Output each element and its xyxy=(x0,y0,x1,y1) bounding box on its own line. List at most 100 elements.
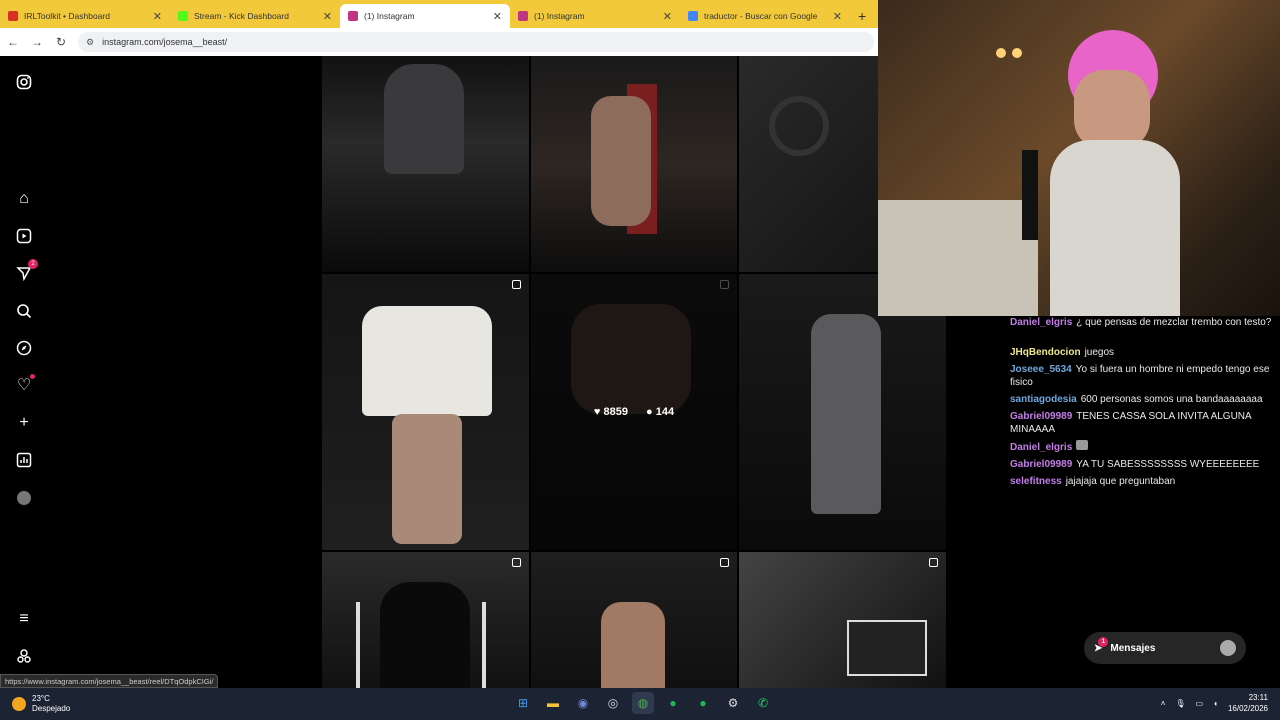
browser-tab-bar: IRLToolkit • Dashboard ✕ Stream - Kick D… xyxy=(0,0,878,28)
streamer-face xyxy=(1074,70,1150,150)
weather-text: Despejado xyxy=(32,704,71,713)
browser-tab[interactable]: (1) Instagram ✕ xyxy=(510,4,680,28)
discord-icon[interactable]: ◉ xyxy=(572,692,594,714)
browser-tab-active[interactable]: (1) Instagram ✕ xyxy=(340,4,510,28)
chat-username: Gabriel09989 xyxy=(1010,411,1073,422)
tab-favicon-icon xyxy=(8,11,18,21)
post-image xyxy=(811,314,881,514)
chat-message: Daniel_elgris xyxy=(1010,440,1280,454)
clock[interactable]: 23:11 16/02/2026 xyxy=(1228,692,1268,714)
profile-avatar[interactable] xyxy=(14,488,34,508)
browser-tab[interactable]: IRLToolkit • Dashboard ✕ xyxy=(0,4,170,28)
post-image xyxy=(847,620,927,676)
new-tab-button[interactable]: + xyxy=(850,8,874,28)
post-tile[interactable] xyxy=(531,56,737,272)
weather-icon xyxy=(12,697,26,711)
post-tile[interactable] xyxy=(322,274,529,550)
close-icon[interactable]: ✕ xyxy=(833,10,842,23)
post-tile[interactable] xyxy=(322,552,529,688)
link-status-bar: https://www.instagram.com/josema__beast/… xyxy=(0,674,219,688)
close-icon[interactable]: ✕ xyxy=(663,10,672,23)
tab-title: (1) Instagram xyxy=(534,11,585,21)
url-field[interactable]: ⚙ instagram.com/josema__beast/ xyxy=(78,32,874,52)
multi-post-icon xyxy=(512,280,521,289)
chevron-up-icon[interactable]: ˄ xyxy=(1161,699,1166,708)
microphone xyxy=(1022,150,1038,240)
heart-icon[interactable]: ♡ xyxy=(14,374,35,395)
reload-icon[interactable]: ↻ xyxy=(54,35,68,49)
chat-message: Gabriel09989 TENES CASSA SOLA INVITA ALGU… xyxy=(1010,410,1280,436)
create-icon[interactable]: + xyxy=(14,413,34,433)
comments-count: 144 xyxy=(655,406,675,418)
streamer-shirt xyxy=(1050,140,1180,316)
messages-button[interactable]: ➤ 1 Mensajes xyxy=(1084,632,1246,664)
explore-icon[interactable] xyxy=(14,338,34,358)
close-icon[interactable]: ✕ xyxy=(153,10,162,23)
instagram-icon[interactable] xyxy=(14,72,34,92)
post-tile[interactable] xyxy=(739,552,946,688)
search-icon[interactable] xyxy=(14,301,34,321)
spotify-icon[interactable]: ● xyxy=(692,692,714,714)
temperature: 23°C xyxy=(32,694,50,703)
avatar xyxy=(1220,640,1236,656)
post-image xyxy=(384,64,464,174)
post-tile[interactable] xyxy=(531,552,737,688)
address-bar: ← → ↻ ⚙ instagram.com/josema__beast/ xyxy=(0,28,878,56)
messenger-icon[interactable]: 2 xyxy=(14,259,38,283)
close-icon[interactable]: ✕ xyxy=(493,10,502,23)
spotify-icon[interactable]: ● xyxy=(662,692,684,714)
back-icon[interactable]: ← xyxy=(6,35,20,49)
post-hover-overlay: ♥ 8859 ● 144 xyxy=(531,274,737,550)
whatsapp-icon[interactable]: ✆ xyxy=(752,692,774,714)
multi-post-icon xyxy=(720,558,729,567)
file-explorer-icon[interactable]: ▬ xyxy=(542,692,564,714)
menu-icon[interactable]: ≡ xyxy=(14,609,34,629)
chat-username: JHqBendocion xyxy=(1010,347,1081,358)
url-text: instagram.com/josema__beast/ xyxy=(102,37,228,47)
steam-icon[interactable]: ◎ xyxy=(602,692,624,714)
browser-tab[interactable]: Stream - Kick Dashboard ✕ xyxy=(170,4,340,28)
close-icon[interactable]: ✕ xyxy=(323,10,332,23)
tab-title: (1) Instagram xyxy=(364,11,415,21)
start-icon[interactable]: ⊞ xyxy=(512,692,534,714)
threads-icon[interactable] xyxy=(14,646,34,666)
post-image xyxy=(362,306,492,416)
messages-badge: 1 xyxy=(1098,636,1109,647)
chat-username: selefitness xyxy=(1010,476,1062,487)
post-image xyxy=(482,602,486,688)
browser-tab[interactable]: traductor - Buscar con Google ✕ xyxy=(680,4,850,28)
chat-message: Joseee_5634 Yo si fuera un hombre ni empe… xyxy=(1010,363,1280,389)
likes-stat: ♥ 8859 xyxy=(594,406,628,418)
microphone-icon[interactable]: 🎙 xyxy=(1175,699,1185,708)
chat-username: Daniel_elgris xyxy=(1010,442,1073,453)
tab-favicon-icon xyxy=(178,11,188,21)
network-icon[interactable]: ▭ xyxy=(1196,699,1204,708)
posts-grid: ♥ 8859 ● 144 xyxy=(322,56,946,688)
taskbar-apps: ⊞ ▬ ◉ ◎ ◍ ● ● ⚙ ✆ xyxy=(512,692,774,714)
multi-post-icon xyxy=(512,558,521,567)
chat-username: santiagodesia xyxy=(1010,394,1077,405)
post-image xyxy=(601,602,665,688)
forward-icon[interactable]: → xyxy=(30,35,44,49)
post-image xyxy=(380,582,470,688)
comments-stat: ● 144 xyxy=(646,406,674,418)
post-tile[interactable] xyxy=(322,56,529,272)
reels-icon[interactable] xyxy=(14,226,34,246)
multi-post-icon xyxy=(929,558,938,567)
site-info-icon[interactable]: ⚙ xyxy=(86,37,94,48)
lamp xyxy=(1012,48,1022,58)
comment-icon: ● xyxy=(646,406,653,418)
tab-title: IRLToolkit • Dashboard xyxy=(24,11,110,21)
chat-text: juegos xyxy=(1084,347,1115,358)
lamp xyxy=(996,48,1006,58)
weather-widget[interactable]: 23°C Despejado xyxy=(0,694,70,714)
volume-icon[interactable]: ◖ xyxy=(1213,699,1218,708)
post-tile-hovered[interactable]: ♥ 8859 ● 144 xyxy=(531,274,737,550)
tab-favicon-icon xyxy=(348,11,358,21)
home-icon[interactable]: ⌂ xyxy=(14,189,34,209)
messenger-icon: ➤ 1 xyxy=(1094,636,1109,654)
dashboard-icon[interactable] xyxy=(14,450,34,470)
chrome-icon[interactable]: ◍ xyxy=(632,692,654,714)
chat-username: Daniel_elgris xyxy=(1010,317,1073,328)
settings-icon[interactable]: ⚙ xyxy=(722,692,744,714)
